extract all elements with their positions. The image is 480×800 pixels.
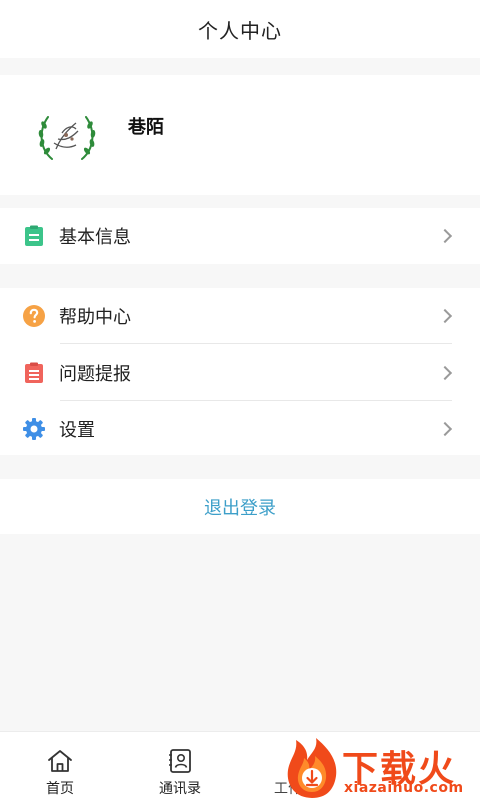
logout-button[interactable]: 退出登录 [0,479,480,534]
flame-logo-icon [287,738,337,798]
clipboard-icon [22,224,46,248]
avatar-laurel-wreath-icon[interactable] [36,109,98,165]
menu-item-settings[interactable]: 设置 [0,401,480,457]
chevron-right-icon [437,228,453,244]
gear-icon [22,417,46,441]
contacts-icon [169,749,191,773]
watermark-logo: 下载火 xiazaihuo.com [282,736,480,800]
menu-item-label: 设置 [59,420,95,441]
chevron-right-icon [437,365,453,380]
menu-item-help-center[interactable]: 帮助中心 [0,288,480,344]
home-icon [48,750,72,772]
tab-contacts[interactable]: 通讯录 [130,732,230,800]
chevron-right-icon [437,308,453,324]
username: 巷陌 [128,117,164,138]
menu-item-label: 帮助中心 [59,307,131,328]
tab-home[interactable]: 首页 [10,732,110,800]
watermark-url: xiazaihuo.com [344,780,464,796]
profile-card[interactable]: 巷陌 [0,75,480,195]
menu-group-basic: 基本信息 [0,208,480,264]
chevron-right-icon [437,421,453,437]
top-bar: 个人中心 [0,0,480,58]
tab-label: 通讯录 [159,781,201,797]
menu-item-label: 基本信息 [59,227,131,248]
menu-item-issue-report[interactable]: 问题提报 [0,344,480,401]
logout-label: 退出登录 [204,497,276,519]
menu-item-label: 问题提报 [59,363,131,385]
tab-label: 首页 [46,781,74,797]
report-clipboard-icon [22,361,46,385]
menu-group-main: 帮助中心 问题提报 设置 [0,288,480,455]
page-title: 个人中心 [198,18,282,43]
menu-item-basic-info[interactable]: 基本信息 [0,208,480,264]
question-circle-icon [22,304,46,328]
